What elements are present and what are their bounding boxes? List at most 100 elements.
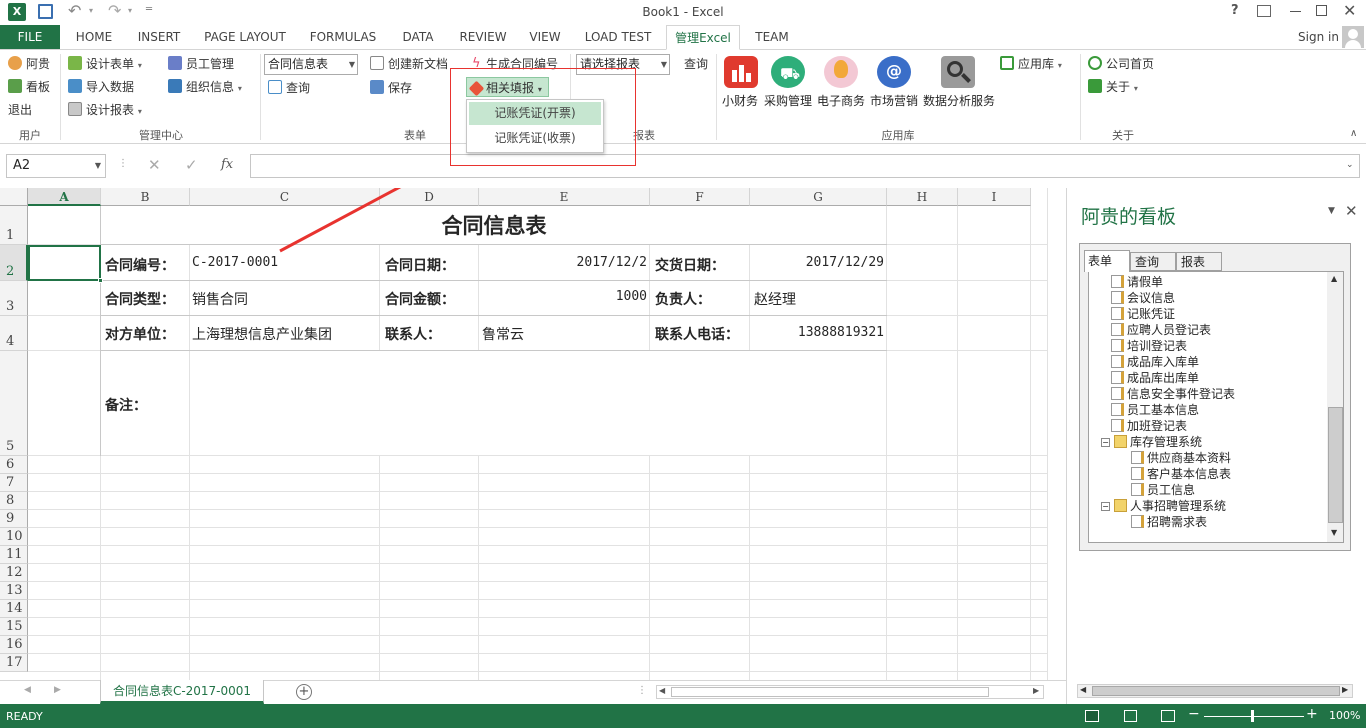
- vertical-scrollbar[interactable]: ▲ ▼: [1047, 188, 1048, 680]
- app-store-button[interactable]: 应用库 ▾: [1000, 54, 1062, 74]
- ribbon-display-icon[interactable]: [1257, 5, 1271, 17]
- tab-page-layout[interactable]: PAGE LAYOUT: [198, 25, 292, 49]
- enter-icon[interactable]: ✓: [185, 156, 198, 174]
- sign-in-link[interactable]: Sign in: [1298, 30, 1339, 44]
- row-header-15[interactable]: 15: [0, 618, 28, 636]
- panel-hscroll-thumb[interactable]: [1092, 686, 1340, 696]
- tree-item[interactable]: 招聘需求表: [1131, 514, 1207, 530]
- purchase-app-icon[interactable]: ⛟: [771, 56, 805, 88]
- tab-home[interactable]: HOME: [68, 25, 120, 49]
- tree-item[interactable]: 加班登记表: [1111, 418, 1187, 434]
- row-header-3[interactable]: 3: [0, 281, 28, 316]
- tree-scrollbar[interactable]: ▲ ▼: [1327, 272, 1343, 542]
- name-box[interactable]: A2 ▼: [6, 154, 106, 178]
- row-header-6[interactable]: 6: [0, 456, 28, 474]
- panel-close-icon[interactable]: ✕: [1345, 202, 1358, 220]
- undo-icon[interactable]: ↶: [68, 1, 81, 20]
- tab-insert[interactable]: INSERT: [132, 25, 186, 49]
- avatar[interactable]: [1342, 26, 1364, 48]
- expand-formula-icon[interactable]: ⌄: [1346, 160, 1354, 170]
- delivery-date-value[interactable]: 2017/12/29: [752, 255, 884, 270]
- row-header-14[interactable]: 14: [0, 600, 28, 618]
- scroll-down-icon[interactable]: ▼: [1331, 528, 1337, 537]
- tab-formulas[interactable]: FORMULAS: [306, 25, 380, 49]
- collapse-icon[interactable]: −: [1101, 502, 1110, 511]
- tree-item[interactable]: 请假单: [1111, 274, 1163, 290]
- collapse-icon[interactable]: −: [1101, 438, 1110, 447]
- design-report-button[interactable]: 设计报表 ▾: [68, 100, 142, 120]
- finance-app-label[interactable]: 小财务: [722, 92, 758, 109]
- save-icon[interactable]: [38, 4, 53, 19]
- zoom-in-icon[interactable]: +: [1306, 706, 1318, 722]
- tree-item[interactable]: 会议信息: [1111, 290, 1175, 306]
- purchase-app-label[interactable]: 采购管理: [764, 92, 812, 109]
- finance-app-icon[interactable]: [724, 56, 758, 88]
- collapse-ribbon-icon[interactable]: ∧: [1350, 128, 1357, 139]
- panel-tab-report[interactable]: 报表: [1176, 252, 1222, 271]
- tab-load-test[interactable]: LOAD TEST: [580, 25, 656, 49]
- redo-dropdown-icon[interactable]: ▾: [128, 6, 132, 15]
- row-header-7[interactable]: 7: [0, 474, 28, 492]
- column-header-I[interactable]: I: [958, 188, 1031, 206]
- restore-icon[interactable]: [1316, 5, 1327, 16]
- tree-item[interactable]: 成品库入库单: [1111, 354, 1199, 370]
- phone-value[interactable]: 13888819321: [752, 325, 884, 340]
- tab-team[interactable]: TEAM: [748, 25, 796, 49]
- marketing-app-icon[interactable]: @: [877, 56, 911, 88]
- employee-manage-button[interactable]: 员工管理: [168, 54, 234, 74]
- column-header-E[interactable]: E: [479, 188, 650, 206]
- minimize-icon[interactable]: [1290, 11, 1301, 12]
- form-query-button[interactable]: 查询: [268, 78, 310, 98]
- analytics-app-icon[interactable]: [941, 56, 975, 88]
- marketing-app-label[interactable]: 市场营销: [870, 92, 918, 109]
- org-info-button[interactable]: 组织信息 ▾: [168, 77, 242, 97]
- select-all-corner[interactable]: [0, 188, 28, 206]
- hscroll-thumb[interactable]: [671, 687, 989, 697]
- zoom-slider[interactable]: [1204, 716, 1304, 717]
- create-doc-button[interactable]: 创建新文档: [370, 54, 448, 74]
- row-header-9[interactable]: 9: [0, 510, 28, 528]
- scroll-left-icon[interactable]: ◀: [1080, 685, 1086, 694]
- zoom-out-icon[interactable]: −: [1188, 706, 1200, 722]
- contract-type-value[interactable]: 销售合同: [192, 289, 248, 309]
- dashboard-button[interactable]: 看板: [8, 77, 50, 97]
- row-header-13[interactable]: 13: [0, 582, 28, 600]
- import-data-button[interactable]: 导入数据: [68, 77, 134, 97]
- amount-value[interactable]: 1000: [480, 289, 647, 304]
- tab-data[interactable]: DATA: [396, 25, 440, 49]
- row-header-10[interactable]: 10: [0, 528, 28, 546]
- tab-view[interactable]: VIEW: [524, 25, 566, 49]
- row-header-16[interactable]: 16: [0, 636, 28, 654]
- redo-icon[interactable]: ↷: [108, 1, 121, 20]
- scroll-up-icon[interactable]: ▲: [1331, 274, 1337, 283]
- panel-tab-query[interactable]: 查询: [1130, 252, 1176, 271]
- customize-qat-icon[interactable]: ═: [146, 4, 152, 15]
- add-sheet-icon[interactable]: +: [296, 684, 312, 700]
- fill-handle[interactable]: [98, 278, 103, 283]
- tree-folder[interactable]: − 人事招聘管理系统: [1101, 498, 1226, 514]
- formula-input[interactable]: [250, 154, 1360, 178]
- tree-item[interactable]: 供应商基本资料: [1131, 450, 1231, 466]
- row-header-12[interactable]: 12: [0, 564, 28, 582]
- owner-value[interactable]: 赵经理: [754, 289, 796, 309]
- normal-view-icon[interactable]: [1085, 710, 1099, 722]
- contact-value[interactable]: 鲁常云: [482, 324, 524, 344]
- row-header-8[interactable]: 8: [0, 492, 28, 510]
- form-select[interactable]: 合同信息表 ▼: [264, 54, 358, 75]
- tree-folder[interactable]: − 库存管理系统: [1101, 434, 1202, 450]
- row-header-4[interactable]: 4: [0, 316, 28, 351]
- undo-dropdown-icon[interactable]: ▾: [89, 6, 93, 15]
- company-home-button[interactable]: 公司首页: [1088, 54, 1154, 74]
- tab-review[interactable]: REVIEW: [456, 25, 510, 49]
- horizontal-scrollbar[interactable]: ◀ ▶: [656, 685, 1044, 699]
- panel-hscrollbar[interactable]: ◀ ▶: [1077, 684, 1353, 698]
- row-header-2[interactable]: 2: [0, 245, 28, 281]
- selected-cell-A2[interactable]: [28, 245, 101, 281]
- page-layout-view-icon[interactable]: [1124, 710, 1137, 722]
- column-header-B[interactable]: B: [101, 188, 190, 206]
- tab-manage-excel[interactable]: 管理Excel: [666, 25, 740, 50]
- row-header-1[interactable]: 1: [0, 206, 28, 245]
- merged-remark-cell[interactable]: [190, 351, 886, 455]
- contract-date-value[interactable]: 2017/12/2: [480, 255, 647, 270]
- row-header-11[interactable]: 11: [0, 546, 28, 564]
